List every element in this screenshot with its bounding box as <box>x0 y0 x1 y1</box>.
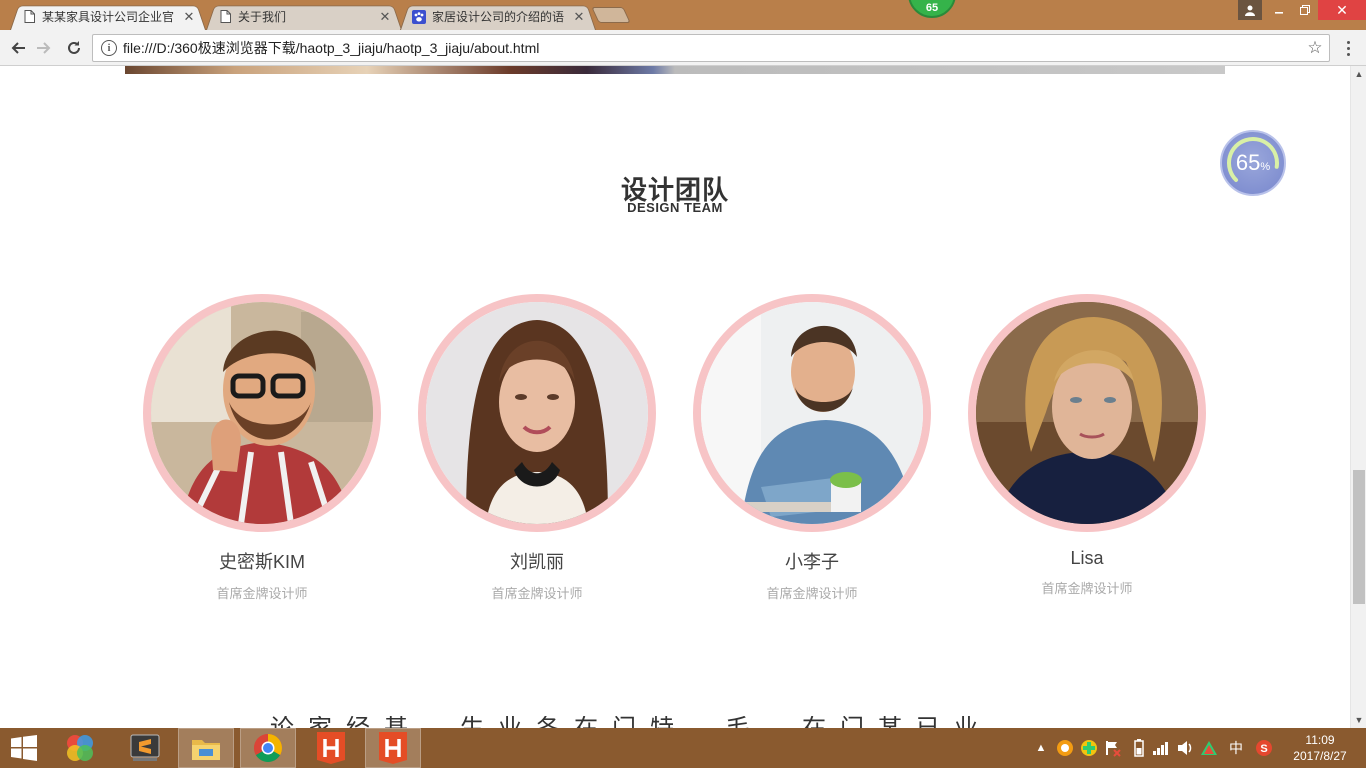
app-icon-colorful[interactable] <box>52 728 108 768</box>
tab-2-title: 关于我们 <box>238 10 287 24</box>
tab-3-title: 家居设计公司的介绍的语 <box>432 10 565 24</box>
member-photo[interactable] <box>143 294 381 532</box>
team-member-card[interactable]: 小李子 首席金牌设计师 <box>692 294 932 602</box>
tab-2[interactable]: 关于我们 ✕ <box>206 3 402 30</box>
windows-taskbar: ▲ 中 S 11:09 2017/8/27 <box>0 728 1366 768</box>
member-role: 首席金牌设计师 <box>216 586 308 601</box>
close-window-button[interactable]: ✕ <box>1318 0 1366 20</box>
tray-network-error-icon[interactable] <box>1102 728 1124 768</box>
clock-time: 11:09 <box>1305 733 1335 747</box>
scroll-down-arrow-icon[interactable]: ▼ <box>1351 712 1366 728</box>
sublime-text-icon[interactable] <box>117 728 173 768</box>
site-info-icon[interactable]: i <box>101 40 117 56</box>
scroll-up-arrow-icon[interactable]: ▲ <box>1351 66 1366 82</box>
member-role: 首席金牌设计师 <box>1041 581 1133 596</box>
tray-sogou-icon[interactable]: S <box>1252 728 1276 768</box>
tray-volume-icon[interactable] <box>1174 728 1196 768</box>
taskbar-clock[interactable]: 11:09 2017/8/27 <box>1280 732 1360 764</box>
tray-security-icon[interactable] <box>1078 728 1100 768</box>
tray-app-icon[interactable] <box>1054 728 1076 768</box>
team-member-card[interactable]: Lisa 首席金牌设计师 <box>967 294 1207 597</box>
tab-2-close-icon[interactable]: ✕ <box>378 9 392 25</box>
tab-1-close-icon[interactable]: ✕ <box>182 9 196 25</box>
forward-arrow-icon[interactable] <box>32 36 56 60</box>
member-photo[interactable] <box>968 294 1206 532</box>
browser-titlebar: 某某家具设计公司企业官 ✕ 关于我们 ✕ 家居设计公司的介绍的语 ✕ 65 ✕ <box>0 0 1366 30</box>
team-member-card[interactable]: 刘凯丽 首席金牌设计师 <box>417 294 657 602</box>
page-scrollbar[interactable]: ▲ ▼ <box>1350 66 1366 728</box>
hbuilder-icon[interactable] <box>365 728 421 768</box>
tab-3-close-icon[interactable]: ✕ <box>572 9 586 25</box>
tab-3[interactable]: 家居设计公司的介绍的语 ✕ <box>400 3 596 30</box>
paw-icon <box>412 9 426 24</box>
member-name: 刘凯丽 <box>510 552 564 572</box>
file-explorer-icon[interactable] <box>178 728 234 768</box>
member-role: 首席金牌设计师 <box>766 586 858 601</box>
tray-wifi-signal-icon[interactable] <box>1150 728 1172 768</box>
tray-battery-icon[interactable] <box>1130 728 1148 768</box>
page-icon <box>22 10 36 24</box>
member-photo[interactable] <box>418 294 656 532</box>
reload-icon[interactable] <box>62 36 86 60</box>
browser-toolbar: i file:///D:/360极速浏览器下载/haotp_3_jiaju/ha… <box>0 30 1366 66</box>
tab-1-title: 某某家具设计公司企业官 <box>42 10 175 24</box>
scrollbar-thumb[interactable] <box>1353 470 1365 604</box>
restore-button[interactable] <box>1292 0 1318 20</box>
tab-1[interactable]: 某某家具设计公司企业官 ✕ <box>10 3 206 30</box>
address-bar[interactable]: i file:///D:/360极速浏览器下载/haotp_3_jiaju/ha… <box>92 34 1330 62</box>
member-name: 史密斯KIM <box>218 552 305 572</box>
hbuilder-icon[interactable] <box>303 728 359 768</box>
minimize-button[interactable] <box>1266 0 1292 20</box>
member-name: Lisa <box>1070 548 1104 568</box>
address-url[interactable]: file:///D:/360极速浏览器下载/haotp_3_jiaju/haot… <box>123 38 1301 58</box>
user-profile-icon[interactable] <box>1238 0 1262 20</box>
tray-expand-arrow-icon[interactable]: ▲ <box>1034 728 1048 768</box>
member-role: 首席金牌设计师 <box>491 586 583 601</box>
page-icon <box>218 10 232 24</box>
new-tab-button[interactable] <box>591 7 631 23</box>
member-photo[interactable] <box>693 294 931 532</box>
windows-start-icon[interactable] <box>0 728 48 768</box>
back-arrow-icon[interactable] <box>6 36 30 60</box>
tray-app-triangle-icon[interactable] <box>1198 728 1220 768</box>
member-name: 小李子 <box>785 552 839 572</box>
section-subheading: DESIGN TEAM <box>0 200 1350 215</box>
hero-image-bottom-edge <box>125 66 1225 74</box>
bookmark-star-icon[interactable]: ☆ <box>1301 38 1329 58</box>
speed-badge[interactable]: 65 <box>908 0 956 18</box>
footer-text-partial: 论家经基，生业各在门特，毛，在门某已业 <box>270 716 1090 728</box>
clock-date: 2017/8/27 <box>1293 749 1347 763</box>
browser-menu-icon[interactable] <box>1338 38 1358 58</box>
chrome-icon[interactable] <box>240 728 296 768</box>
svg-text:S: S <box>1260 743 1267 755</box>
page-viewport: 65% 设计团队 DESIGN TEAM 史密斯KIM 首席金牌设计师 刘凯丽 … <box>0 66 1350 728</box>
tray-ime-indicator[interactable]: 中 <box>1224 728 1248 768</box>
team-member-card[interactable]: 史密斯KIM 首席金牌设计师 <box>142 294 382 602</box>
section-subtitle: DESIGN TEAM <box>627 200 723 215</box>
